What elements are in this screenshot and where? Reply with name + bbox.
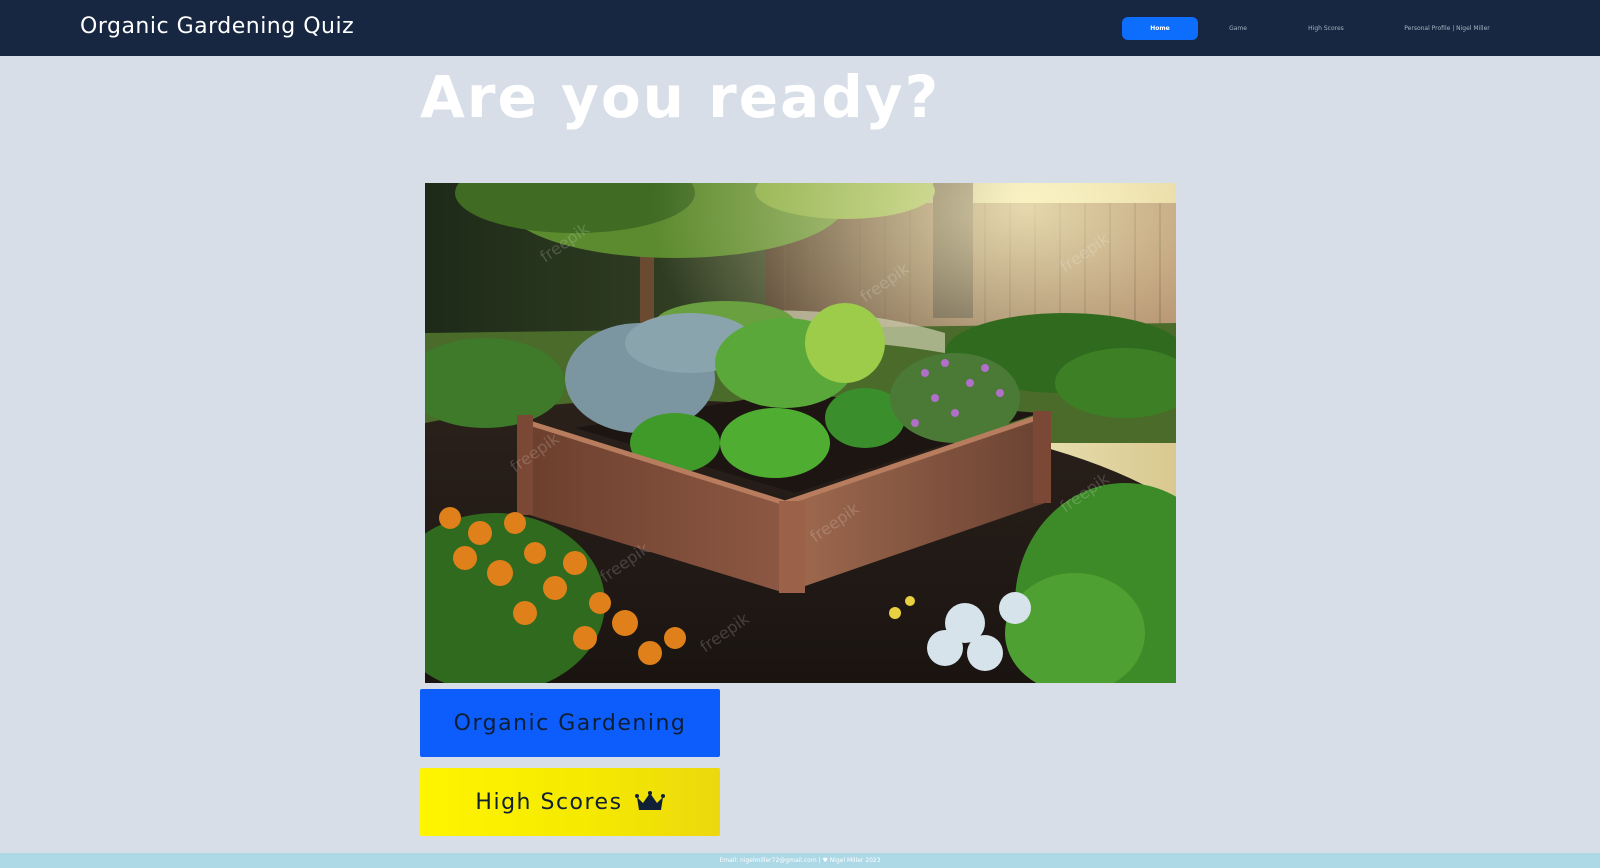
footer: Email: nigelmiller72@gmail.com | ♥ Nigel… <box>0 853 1600 868</box>
organic-gardening-quiz-button[interactable]: Organic Gardening <box>420 689 720 757</box>
hero-title: Are you ready? <box>420 63 941 131</box>
crown-icon <box>634 791 665 810</box>
brand-title[interactable]: Organic Gardening Quiz <box>80 12 354 42</box>
nav-link-high-scores[interactable]: High Scores <box>1296 17 1356 40</box>
high-scores-button[interactable]: High Scores <box>420 768 720 836</box>
nav-link-game[interactable]: Game <box>1216 17 1260 40</box>
nav-link-home[interactable]: Home <box>1122 17 1198 40</box>
navbar: Organic Gardening Quiz Home Game High Sc… <box>0 0 1600 56</box>
high-scores-label: High Scores <box>475 789 623 815</box>
footer-text: Email: nigelmiller72@gmail.com | ♥ Nigel… <box>719 857 881 864</box>
nav-link-personal-profile[interactable]: Personal Profile | Nigel Miller <box>1392 17 1502 40</box>
raised-garden-bed-image: freepik freepik freepik freepik freepik … <box>425 183 1176 683</box>
